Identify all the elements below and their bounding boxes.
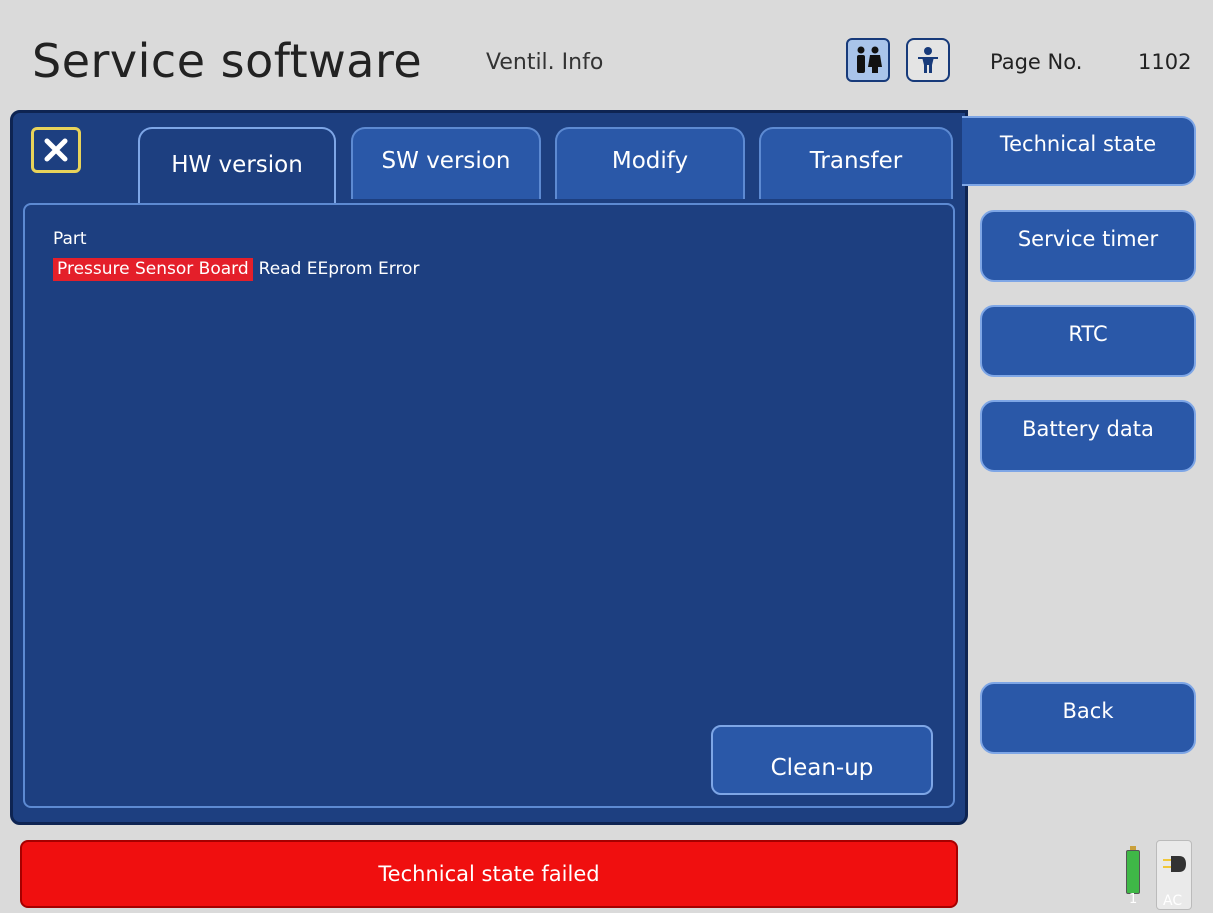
- power-plug-icon: [1163, 856, 1186, 872]
- tab-sw-version[interactable]: SW version: [351, 127, 541, 199]
- page-number: 1102: [1138, 50, 1192, 74]
- child-figure-icon: [918, 47, 938, 73]
- header-bar: Service software Ventil. Info Page No. 1…: [0, 0, 1213, 115]
- part-name: Pressure Sensor Board: [53, 258, 253, 281]
- adult-figures-icon: [857, 46, 882, 73]
- app-title: Service software: [32, 34, 423, 88]
- adult-patient-icon[interactable]: [846, 38, 890, 82]
- close-icon: [44, 138, 68, 162]
- power-source-label: AC: [1163, 893, 1183, 909]
- cleanup-button[interactable]: Clean-up: [711, 725, 933, 795]
- battery-icon: [1126, 846, 1140, 894]
- page-number-label: Page No.: [990, 50, 1083, 74]
- back-button[interactable]: Back: [980, 682, 1196, 754]
- tab-strip: HW version SW version Modify Transfer: [13, 113, 965, 207]
- screen-name: Ventil. Info: [486, 50, 604, 75]
- list-item[interactable]: Pressure Sensor Board Read EEprom Error: [53, 258, 420, 281]
- main-panel: HW version SW version Modify Transfer Pa…: [10, 110, 968, 825]
- battery-data-button[interactable]: Battery data: [980, 400, 1196, 472]
- technical-state-button[interactable]: Technical state: [962, 116, 1196, 186]
- hw-version-content: Part Pressure Sensor Board Read EEprom Er…: [23, 203, 955, 808]
- service-timer-button[interactable]: Service timer: [980, 210, 1196, 282]
- column-header-part: Part: [53, 229, 87, 249]
- tab-hw-version[interactable]: HW version: [138, 127, 336, 207]
- close-button[interactable]: [31, 127, 81, 173]
- ac-power-indicator: AC: [1156, 840, 1192, 910]
- tab-modify[interactable]: Modify: [555, 127, 745, 199]
- tab-transfer[interactable]: Transfer: [759, 127, 953, 199]
- battery-number: 1: [1129, 892, 1138, 907]
- child-patient-icon[interactable]: [906, 38, 950, 82]
- part-status: Read EEprom Error: [258, 259, 420, 279]
- status-message-bar: Technical state failed: [20, 840, 958, 908]
- rtc-button[interactable]: RTC: [980, 305, 1196, 377]
